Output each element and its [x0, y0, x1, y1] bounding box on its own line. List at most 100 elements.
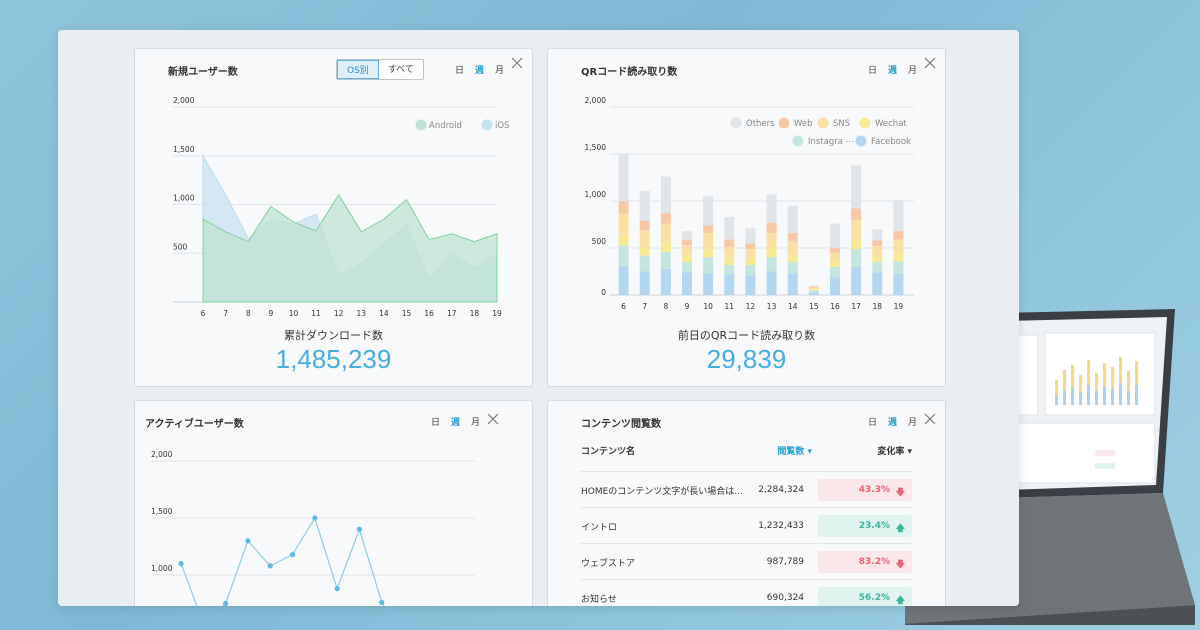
legend-swatch [817, 117, 829, 129]
bar-segment-web [660, 213, 671, 224]
y-tick-label: 2,000 [585, 96, 607, 105]
data-point [178, 561, 184, 567]
y-tick-label: 0 [601, 288, 606, 297]
bar-segment-facebook [851, 266, 862, 295]
bar-segment-instagra [724, 264, 735, 275]
period-day[interactable]: 日 [868, 63, 877, 76]
table-row[interactable]: お知らせ 690,324 56.2% 🡅 [581, 579, 912, 606]
close-icon[interactable] [924, 413, 938, 427]
period-week[interactable]: 週 [475, 63, 484, 76]
arrow-up-icon: 🡅 [895, 524, 905, 534]
arrow-up-icon: 🡅 [895, 596, 905, 606]
content-name: HOMEのコンテンツ文字が長い場合は... [581, 486, 743, 497]
bar-segment-web [682, 239, 692, 246]
table-row[interactable]: イントロ 1,232,433 23.4% 🡅 [581, 507, 912, 544]
header-content-name: コンテンツ名 [581, 446, 636, 457]
bar-segment-web [808, 286, 819, 288]
bar-segment-instagra [766, 257, 777, 272]
bar-segment-web [851, 208, 862, 220]
header-change-sort[interactable]: 変化率 ▾ [812, 444, 912, 457]
line-series [180, 516, 385, 606]
close-icon[interactable] [511, 57, 525, 71]
period-month[interactable]: 月 [495, 63, 504, 76]
bar-segment-others [787, 205, 798, 233]
bar-segment-instagra [893, 261, 904, 274]
content-name: ウェブストア [581, 558, 636, 569]
os-split-button[interactable]: OS別 [337, 60, 379, 79]
x-tick-label: 6 [621, 302, 626, 311]
new-users-chart: 2,000 1,500 1,000 500 6 7 8 9 10 11 12 13 14 15 16 17 18… [173, 96, 509, 318]
legend-label: Wechat [875, 119, 907, 129]
bar-segment-sns [872, 246, 883, 257]
bar-segment-others [660, 176, 671, 214]
y-tick-label: 1,000 [151, 564, 173, 573]
bar-segment-facebook [830, 277, 840, 295]
bar-segment-others [851, 165, 862, 209]
bar-segment-wechat [872, 256, 883, 263]
content-table: コンテンツ名 閲覧数 ▾ 変化率 ▾ HOMEのコンテンツ文字が長い場合は...… [581, 441, 912, 606]
yesterday-qr-label: 前日のQRコード読み取り数 [677, 329, 816, 342]
bar-segment-sns [745, 248, 756, 260]
bar-segment-sns [682, 245, 692, 257]
data-point [267, 563, 273, 569]
bar-segment-wechat [830, 262, 840, 267]
table-row[interactable]: HOMEのコンテンツ文字が長い場合は... 2,284,324 43.3% 🡇 [581, 471, 912, 508]
period-week[interactable]: 週 [451, 415, 460, 428]
bar-segment-sns [893, 239, 904, 254]
active-users-card: アクティブユーザー数 日 週 月 2,000 1,500 1,000 500 [134, 400, 533, 606]
bar-segment-instagra [745, 264, 756, 276]
change-badge: 43.3% 🡇 [818, 479, 912, 501]
bar-segment-instagra [787, 262, 798, 274]
legend-swatch [855, 135, 867, 147]
qr-scans-title: QRコード読み取り数 [581, 67, 678, 78]
close-icon[interactable] [924, 57, 938, 71]
active-users-chart: 2,0001,5001,000500 [151, 450, 475, 606]
bar-segment-wechat [851, 238, 862, 249]
x-tick-label: 19 [492, 309, 502, 318]
data-point [289, 551, 296, 558]
all-button[interactable]: すべて [378, 60, 423, 79]
period-day[interactable]: 日 [868, 415, 877, 428]
bar-segment-sns [660, 223, 671, 243]
bar-segment-others [745, 228, 756, 244]
bar-segment-instagra [703, 257, 714, 274]
table-row[interactable]: ウェブストア 987,789 83.2% 🡇 [581, 543, 912, 580]
period-week[interactable]: 週 [888, 415, 897, 428]
x-tick-label: 17 [851, 302, 861, 311]
bar-segment-others [703, 196, 714, 226]
content-views: 690,324 [766, 593, 804, 603]
bar-segment-others [766, 194, 777, 223]
legend-swatch [792, 135, 804, 147]
change-badge: 83.2% 🡇 [818, 551, 912, 573]
qr-scans-card: QRコード読み取り数 日 週 月 2,000 1,500 1,000 500 0 6 7 8 9… [547, 48, 946, 387]
period-month[interactable]: 月 [908, 415, 917, 428]
legend-label: Facebook [871, 137, 911, 147]
data-point [312, 515, 318, 521]
bar-segment-web [639, 220, 650, 231]
bar-segment-sns [724, 247, 735, 260]
bar-segment-wechat [618, 234, 629, 246]
header-views-sort[interactable]: 閲覧数 ▾ [752, 444, 812, 457]
bar-segment-instagra [660, 251, 671, 269]
content-views-title: コンテンツ閲覧数 [581, 419, 661, 430]
bar-segment-web [618, 201, 629, 214]
qr-period: 日 週 月 [868, 63, 917, 76]
period-month[interactable]: 月 [908, 63, 917, 76]
bar-segment-facebook [703, 273, 714, 295]
x-tick-label: 17 [447, 309, 457, 318]
period-month[interactable]: 月 [471, 415, 480, 428]
bar-segment-others [808, 285, 819, 287]
bar-segment-others [830, 223, 840, 248]
x-tick-label: 14 [379, 309, 389, 318]
bar-segment-instagra [851, 248, 862, 267]
total-downloads-label: 累計ダウンロード数 [284, 329, 383, 342]
period-day[interactable]: 日 [455, 63, 464, 76]
bar-segment-sns [851, 219, 862, 239]
period-week[interactable]: 週 [888, 63, 897, 76]
legend-label: SNS [833, 119, 850, 129]
period-day[interactable]: 日 [431, 415, 440, 428]
close-icon[interactable] [487, 413, 501, 427]
bar-segment-instagra [639, 255, 650, 272]
legend-label: Instagra ⋯ [808, 137, 854, 147]
x-tick-label: 16 [424, 309, 434, 318]
